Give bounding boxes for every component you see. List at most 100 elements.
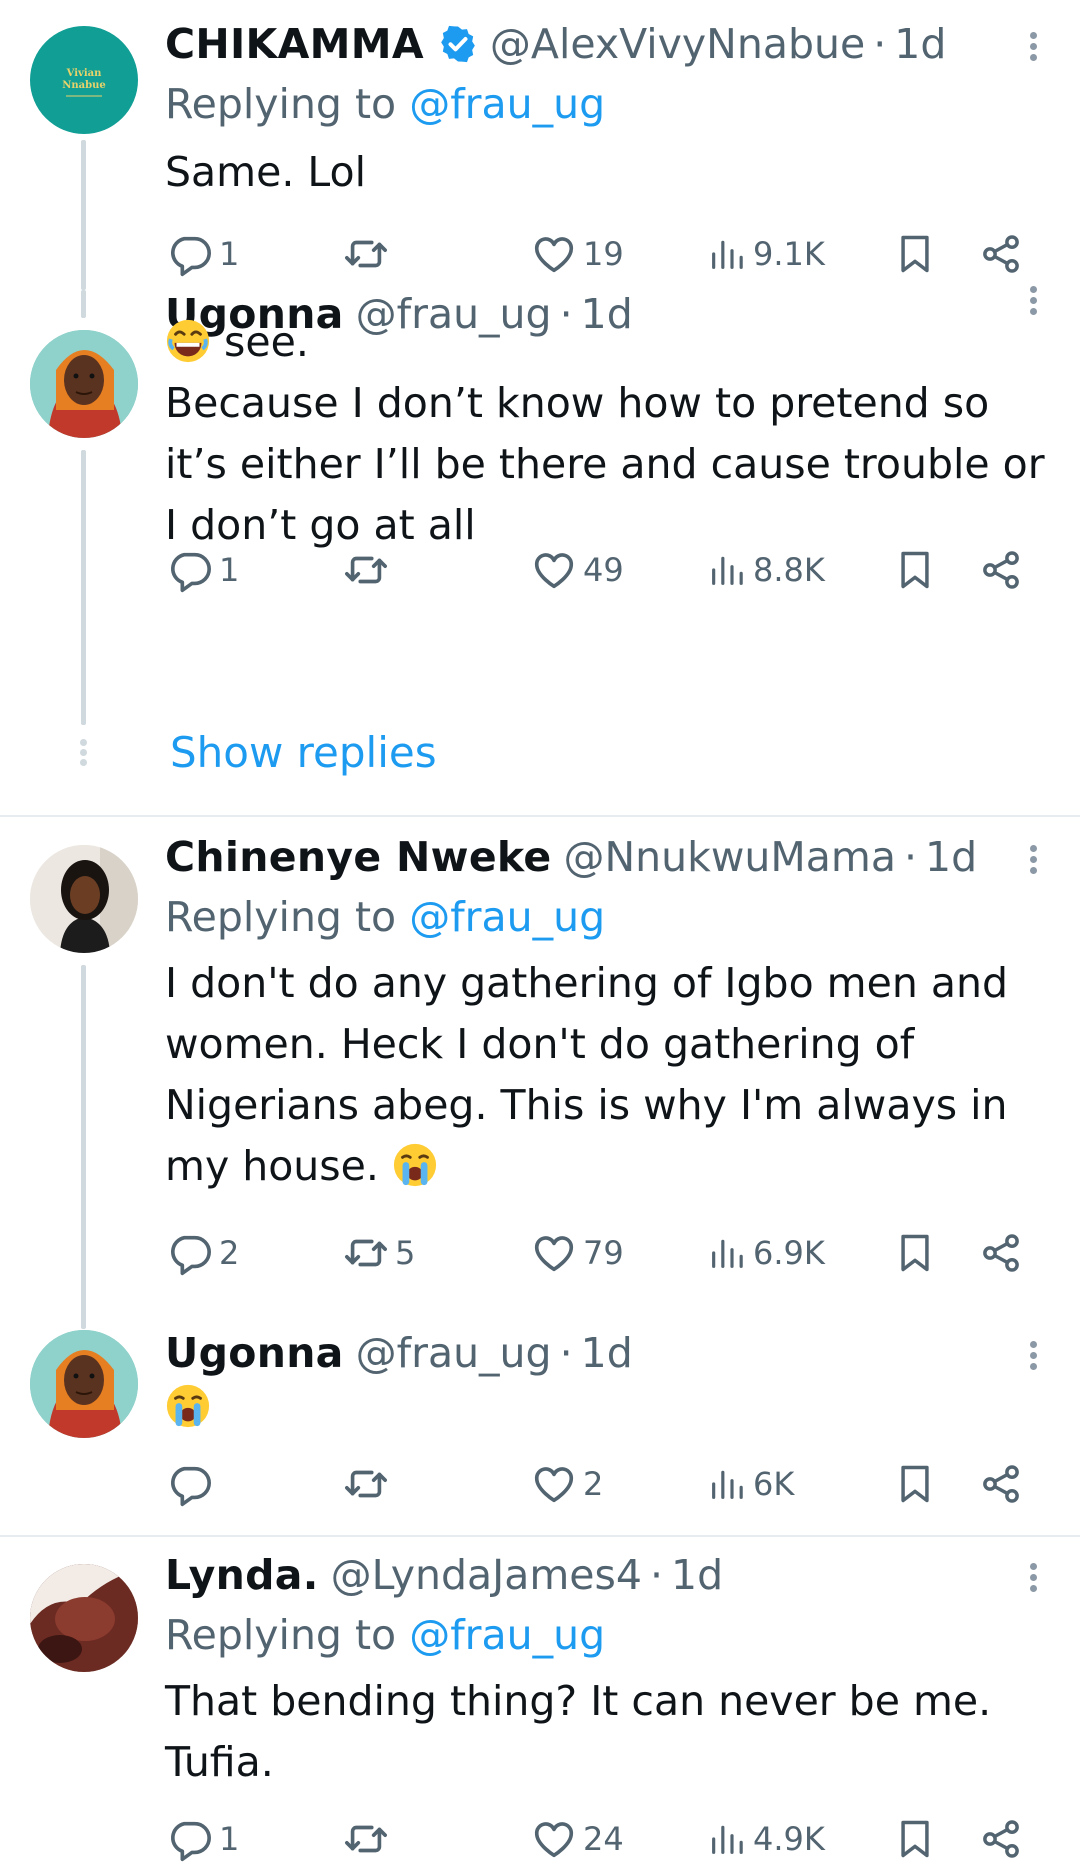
verified-badge-icon[interactable]: [438, 24, 478, 64]
share-button[interactable]: [979, 1456, 1023, 1512]
bookmark-button[interactable]: [893, 226, 937, 282]
share-icon: [979, 1816, 1023, 1862]
share-button[interactable]: [979, 1225, 1023, 1281]
more-options-icon[interactable]: [1028, 1337, 1038, 1377]
share-icon: [979, 231, 1023, 277]
like-button[interactable]: 2: [531, 1456, 603, 1512]
text-line: my house.: [165, 1142, 379, 1190]
retweet-icon: [343, 231, 389, 277]
mention-link[interactable]: @frau_ug: [409, 1611, 605, 1659]
share-button[interactable]: [979, 1811, 1023, 1867]
retweet-button[interactable]: [343, 542, 395, 598]
heart-icon: [531, 231, 577, 277]
action-bar: 2 5 79 6.9K: [165, 1225, 1035, 1281]
tweet-chikamma[interactable]: Vivian Nnabue CHIKAMMA @AlexVivyNnabue ·…: [0, 0, 1080, 290]
tweet-chinenye[interactable]: Chinenye Nweke @NnukwuMama · 1d Replying…: [0, 817, 1080, 1329]
display-name[interactable]: Ugonna: [165, 1329, 344, 1377]
like-count: 79: [583, 1234, 624, 1272]
heart-icon: [531, 1461, 577, 1507]
avatar[interactable]: [30, 845, 138, 953]
user-handle[interactable]: @LyndaJames4: [331, 1551, 642, 1599]
reply-button[interactable]: 2: [167, 1225, 239, 1281]
more-options-icon[interactable]: [1028, 841, 1038, 881]
display-name[interactable]: Chinenye Nweke: [165, 833, 552, 881]
like-button[interactable]: 79: [531, 1225, 624, 1281]
text-line: Nigerians abeg. This is why I'm always i…: [165, 1081, 1008, 1129]
timestamp[interactable]: 1d: [925, 833, 977, 881]
tweet-lynda[interactable]: Lynda. @LyndaJames4 · 1d Replying to @fr…: [0, 1537, 1080, 1875]
thread-line: [81, 450, 86, 725]
avatar-text-1: Vivian: [66, 68, 102, 79]
action-bar: 1 49 8.8K: [165, 542, 1035, 598]
retweet-button[interactable]: [343, 1811, 395, 1867]
views-button[interactable]: 6K: [707, 1456, 794, 1512]
display-name[interactable]: Lynda.: [165, 1551, 319, 1599]
timestamp[interactable]: 1d: [671, 1551, 723, 1599]
views-button[interactable]: 8.8K: [707, 542, 825, 598]
text-line: see.: [224, 318, 309, 366]
bookmark-icon: [893, 547, 937, 593]
views-button[interactable]: 9.1K: [707, 226, 825, 282]
mention-link[interactable]: @frau_ug: [409, 893, 605, 941]
reply-button[interactable]: 1: [167, 542, 239, 598]
tweet-ugonna-1[interactable]: Ugonna @frau_ug · 1d see. Because I don’…: [0, 286, 1080, 810]
like-button[interactable]: 19: [531, 226, 624, 282]
replying-to: Replying to @frau_ug: [165, 893, 605, 941]
tweet-header: Chinenye Nweke @NnukwuMama · 1d: [165, 831, 977, 883]
more-options-icon[interactable]: [1028, 1559, 1038, 1599]
bookmark-icon: [893, 1230, 937, 1276]
avatar[interactable]: [30, 1564, 138, 1672]
share-button[interactable]: [979, 226, 1023, 282]
show-replies-link[interactable]: Show replies: [170, 728, 437, 777]
like-button[interactable]: 24: [531, 1811, 624, 1867]
bookmark-button[interactable]: [893, 542, 937, 598]
separator: ·: [873, 20, 887, 68]
retweet-button[interactable]: [343, 1456, 395, 1512]
views-button[interactable]: 6.9K: [707, 1225, 825, 1281]
like-count: 19: [583, 235, 624, 273]
avatar-portrait: [30, 1564, 138, 1672]
retweet-icon: [343, 547, 389, 593]
timestamp[interactable]: 1d: [581, 1329, 633, 1377]
mention-link[interactable]: @frau_ug: [409, 80, 605, 128]
bookmark-button[interactable]: [893, 1811, 937, 1867]
view-count: 4.9K: [753, 1820, 825, 1858]
views-icon: [707, 1461, 747, 1507]
more-options-icon[interactable]: [1028, 28, 1038, 68]
separator: ·: [559, 1329, 573, 1377]
share-icon: [979, 1461, 1023, 1507]
bookmark-button[interactable]: [893, 1456, 937, 1512]
text-line: Same. Lol: [165, 148, 366, 196]
user-handle[interactable]: @NnukwuMama: [564, 833, 896, 881]
timestamp[interactable]: 1d: [894, 20, 946, 68]
heart-icon: [531, 1816, 577, 1862]
tweet-ugonna-2[interactable]: Ugonna @frau_ug · 1d 2 6K: [0, 1329, 1080, 1534]
reply-button[interactable]: 1: [167, 1811, 239, 1867]
like-button[interactable]: 49: [531, 542, 624, 598]
user-handle[interactable]: @AlexVivyNnabue: [490, 20, 865, 68]
views-icon: [707, 1230, 747, 1276]
display-name[interactable]: CHIKAMMA: [165, 20, 424, 68]
avatar-text-2: Nnabue: [62, 80, 106, 91]
reply-button[interactable]: [167, 1456, 219, 1512]
retweet-count: 5: [395, 1234, 416, 1272]
reply-button[interactable]: 1: [167, 226, 239, 282]
avatar[interactable]: [30, 1330, 138, 1438]
bookmark-button[interactable]: [893, 1225, 937, 1281]
retweet-button[interactable]: [343, 226, 395, 282]
user-handle[interactable]: @frau_ug: [356, 1329, 552, 1377]
replying-prefix: Replying to: [165, 893, 397, 941]
retweet-button[interactable]: 5: [343, 1225, 415, 1281]
retweet-icon: [343, 1816, 389, 1862]
like-count: 2: [583, 1465, 604, 1503]
view-count: 8.8K: [753, 551, 825, 589]
views-button[interactable]: 4.9K: [707, 1811, 825, 1867]
avatar[interactable]: [30, 330, 138, 438]
share-icon: [979, 1230, 1023, 1276]
reply-count: 2: [219, 1234, 240, 1272]
share-button[interactable]: [979, 542, 1023, 598]
retweet-icon: [343, 1230, 389, 1276]
laughing-emoji-icon: [165, 318, 211, 364]
avatar[interactable]: Vivian Nnabue: [30, 26, 138, 134]
replying-to: Replying to @frau_ug: [165, 1611, 605, 1659]
